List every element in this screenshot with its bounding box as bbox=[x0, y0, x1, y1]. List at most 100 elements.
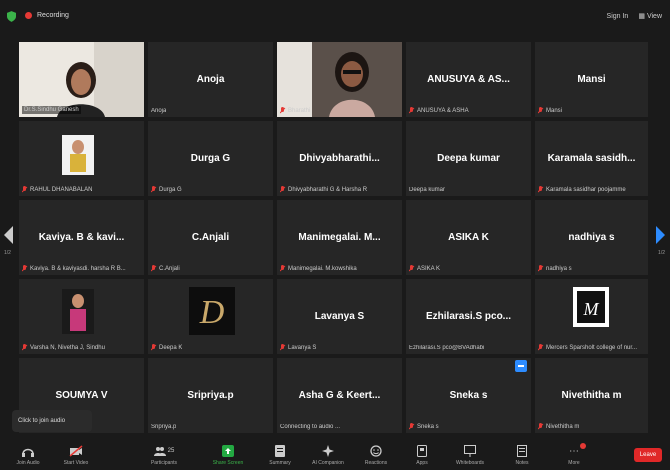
participant-name: Asha G & Keert... bbox=[298, 390, 381, 401]
video-tile[interactable]: Mansi Mansi bbox=[535, 42, 648, 117]
video-tile[interactable]: ASIKA K ASIKA K bbox=[406, 200, 531, 275]
video-off-icon bbox=[69, 445, 83, 457]
participant-name: Durga G bbox=[190, 153, 231, 164]
muted-mic-icon bbox=[22, 186, 27, 193]
participant-name-label: Bharathi bbox=[280, 107, 310, 114]
participant-name: Dhivyabharathi... bbox=[299, 153, 380, 164]
share-screen-button[interactable]: Share Screen bbox=[200, 444, 256, 466]
muted-mic-icon bbox=[538, 423, 543, 430]
join-audio-label: Join Audio bbox=[16, 460, 40, 466]
muted-mic-icon bbox=[280, 107, 285, 114]
whiteboards-label: Whiteboards bbox=[455, 460, 485, 466]
next-page-arrow-icon[interactable] bbox=[656, 226, 665, 244]
video-tile[interactable]: Anoja Anoja bbox=[148, 42, 273, 117]
start-video-button[interactable]: Start Video bbox=[48, 444, 104, 466]
recording-indicator[interactable]: Recording bbox=[25, 12, 69, 19]
apps-label: Apps bbox=[416, 460, 428, 466]
more-button[interactable]: ⋯ More bbox=[546, 443, 602, 466]
share-screen-label: Share Screen bbox=[212, 460, 244, 466]
participant-name: Anoja bbox=[196, 74, 225, 85]
participants-count: 25 bbox=[167, 448, 175, 454]
participant-name-label: RAHUL DHANABALAN bbox=[22, 186, 92, 193]
video-tile[interactable]: D Deepa K bbox=[148, 279, 273, 354]
join-audio-tooltip[interactable]: Click to join audio bbox=[12, 410, 92, 432]
participant-name: ASIKA K bbox=[448, 232, 489, 243]
participant-name: Lavanya S bbox=[314, 311, 365, 322]
page-indicator-right: 1/2 bbox=[658, 250, 665, 256]
participant-name-label: Anoja bbox=[151, 108, 167, 114]
muted-mic-icon bbox=[280, 265, 285, 272]
muted-mic-icon bbox=[538, 265, 543, 272]
notification-badge bbox=[580, 443, 586, 449]
video-tile[interactable]: Manimegalai. M... Manimegalai. M.kowshik… bbox=[277, 200, 402, 275]
video-tile[interactable]: Dr.S.Sindhu Ganesh bbox=[19, 42, 144, 117]
participant-name-label: ANUSUYA & ASHA bbox=[409, 107, 469, 114]
whiteboards-button[interactable]: Whiteboards bbox=[442, 444, 498, 466]
participant-name: Deepa kumar bbox=[437, 153, 500, 164]
participant-name-label: Durga G bbox=[151, 186, 182, 193]
video-tile[interactable]: Asha G & Keert... Connecting to audio ..… bbox=[277, 358, 402, 433]
participant-name: Mansi bbox=[577, 74, 606, 85]
video-tile[interactable]: Sneka s Sneka s bbox=[406, 358, 531, 433]
video-tile[interactable]: Ezhilarasi.S pco... Ezhilarasi.S pco@BVA… bbox=[406, 279, 531, 354]
participants-icon bbox=[153, 447, 166, 456]
muted-mic-icon bbox=[538, 344, 543, 351]
svg-text:M: M bbox=[583, 299, 600, 319]
video-tile[interactable]: Dhivyabharathi... Dhivyabharathi G & Har… bbox=[277, 121, 402, 196]
headphones-icon bbox=[22, 448, 34, 457]
participants-label: Participants bbox=[150, 460, 178, 466]
participant-video-feed bbox=[277, 42, 402, 117]
video-tile[interactable]: Deepa kumar Deepa kumar bbox=[406, 121, 531, 196]
participant-name: nadhiya s bbox=[568, 232, 615, 243]
video-tile[interactable]: RAHUL DHANABALAN bbox=[19, 121, 144, 196]
video-tile[interactable]: Lavanya S Lavanya S bbox=[277, 279, 402, 354]
svg-text:D: D bbox=[199, 294, 225, 331]
muted-mic-icon bbox=[409, 107, 414, 114]
participant-name-label: Lavanya S bbox=[280, 344, 316, 351]
video-tile[interactable]: Nivethitha m Nivethitha m bbox=[535, 358, 648, 433]
video-tile[interactable]: Bharathi bbox=[277, 42, 402, 117]
participant-name-label: Varsha N, Nivetha J, Sindhu bbox=[22, 344, 105, 351]
video-tile[interactable]: Varsha N, Nivetha J, Sindhu bbox=[19, 279, 144, 354]
participants-button[interactable]: 25 Participants bbox=[136, 444, 192, 466]
video-tile[interactable]: Kaviya. B & kavi... Kaviya. B & kaviyasd… bbox=[19, 200, 144, 275]
participant-name: Sneka s bbox=[449, 390, 488, 401]
participant-avatar-photo: D bbox=[189, 287, 235, 335]
participant-name-label: Nivethitha m bbox=[538, 423, 579, 430]
ai-companion-label: AI Companion bbox=[312, 460, 344, 466]
video-tile[interactable]: Sripriya.p Sripriya.p bbox=[148, 358, 273, 433]
participant-name-label: Mercers Sparsholt college of nur... bbox=[538, 344, 637, 351]
more-dots-icon: ⋯ bbox=[569, 445, 579, 457]
participant-name-label: Sripriya.p bbox=[151, 424, 177, 430]
participant-name-label: Manimegalai. M.kowshika bbox=[280, 265, 357, 272]
reactions-icon bbox=[370, 445, 382, 457]
muted-mic-icon bbox=[151, 344, 156, 351]
more-label: More bbox=[568, 460, 580, 466]
view-button[interactable]: ▦ View bbox=[638, 12, 662, 21]
muted-mic-icon bbox=[538, 107, 543, 114]
video-tile[interactable]: Karamala sasidh... Karamala sasidhar poo… bbox=[535, 121, 648, 196]
share-screen-icon bbox=[222, 445, 234, 457]
muted-mic-icon bbox=[409, 265, 414, 272]
notes-button[interactable]: Notes bbox=[494, 444, 550, 466]
muted-mic-icon bbox=[22, 265, 27, 272]
video-tile[interactable]: M Mercers Sparsholt college of nur... bbox=[535, 279, 648, 354]
participant-name: Kaviya. B & kavi... bbox=[38, 232, 125, 243]
video-tile[interactable]: ANUSUYA & AS... ANUSUYA & ASHA bbox=[406, 42, 531, 117]
sign-in-link[interactable]: Sign In bbox=[607, 13, 629, 20]
participant-name: ANUSUYA & AS... bbox=[427, 74, 510, 85]
spotlight-badge-icon[interactable] bbox=[515, 360, 527, 372]
previous-page-arrow-icon[interactable] bbox=[4, 226, 13, 244]
meeting-toolbar: Join Audio Start Video 25 Participants S… bbox=[0, 440, 670, 470]
video-tile[interactable]: C.Anjali C.Anjali bbox=[148, 200, 273, 275]
view-label: View bbox=[646, 12, 662, 20]
security-shield-icon[interactable] bbox=[7, 11, 16, 22]
video-tile[interactable]: Durga G Durga G bbox=[148, 121, 273, 196]
meeting-topbar: Recording Sign In ▦ View bbox=[0, 0, 670, 34]
start-video-label: Start Video bbox=[63, 460, 89, 466]
leave-button[interactable]: Leave bbox=[634, 448, 662, 462]
participant-avatar-photo bbox=[62, 289, 94, 334]
participant-name: C.Anjali bbox=[191, 232, 230, 243]
video-tile[interactable]: nadhiya s nadhiya s bbox=[535, 200, 648, 275]
recording-label: Recording bbox=[37, 12, 69, 19]
